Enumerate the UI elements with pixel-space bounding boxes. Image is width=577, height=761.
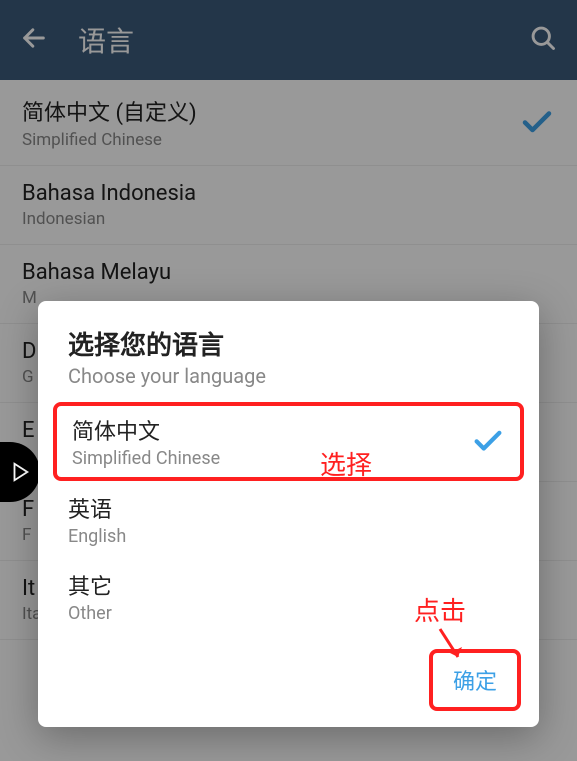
- dialog-option-native-label: 简体中文: [72, 414, 220, 446]
- language-dialog: 选择您的语言 Choose your language 简体中文 Simplif…: [38, 301, 539, 727]
- dialog-option-english-label: Other: [68, 603, 112, 624]
- dialog-option-english-label: English: [68, 526, 126, 547]
- check-icon: [471, 423, 505, 461]
- dialog-option-simplified-chinese[interactable]: 简体中文 Simplified Chinese: [53, 402, 524, 481]
- dialog-option-other[interactable]: 其它 Other: [38, 558, 539, 635]
- dialog-option-native-label: 英语: [68, 492, 126, 524]
- dialog-title: 选择您的语言: [68, 325, 509, 362]
- dialog-option-english[interactable]: 英语 English: [38, 481, 539, 558]
- dialog-option-native-label: 其它: [68, 569, 112, 601]
- dialog-option-english-label: Simplified Chinese: [72, 448, 220, 469]
- confirm-button[interactable]: 确定: [429, 649, 521, 711]
- dialog-subtitle: Choose your language: [68, 364, 509, 388]
